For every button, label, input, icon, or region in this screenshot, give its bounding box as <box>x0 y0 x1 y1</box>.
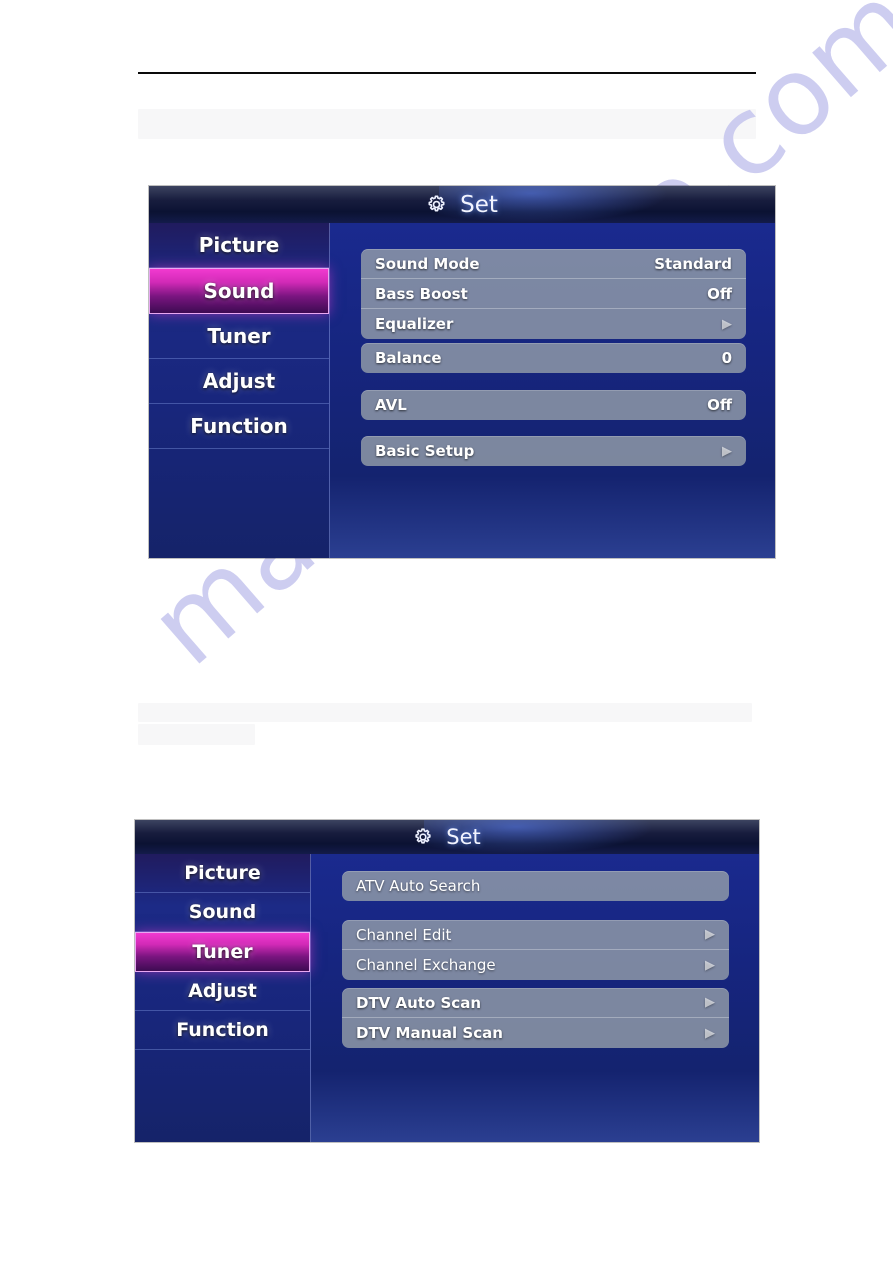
sidebar-item-label: Tuner <box>207 324 271 348</box>
sidebar-item-picture[interactable]: Picture <box>149 223 329 268</box>
menu-group-dtv: DTV Auto Scan ▶ DTV Manual Scan ▶ <box>342 988 729 1048</box>
blank-subheading-bar <box>138 724 255 745</box>
sidebar-item-adjust[interactable]: Adjust <box>149 359 329 404</box>
osd-panel: ATV Auto Search Channel Edit ▶ Channel E… <box>311 854 759 1142</box>
menu-item-label: Sound Mode <box>375 254 480 273</box>
sidebar-item-label: Sound <box>203 279 275 303</box>
menu-item-value: 0 <box>721 349 732 367</box>
sidebar-item-tuner[interactable]: Tuner <box>135 932 310 972</box>
sidebar-item-label: Picture <box>184 862 261 884</box>
menu-row-channel-exchange[interactable]: Channel Exchange ▶ <box>342 950 729 980</box>
sidebar-item-label: Adjust <box>202 369 276 393</box>
osd-screenshot-tuner: Set Picture Sound Tuner Adjust Function … <box>135 820 759 1142</box>
menu-row-atv-auto-search[interactable]: ATV Auto Search <box>342 871 729 901</box>
menu-group-audio: Sound Mode Standard Bass Boost Off Equal… <box>361 249 746 339</box>
osd-panel: Sound Mode Standard Bass Boost Off Equal… <box>330 223 775 558</box>
osd-titlebar: Set <box>149 186 775 223</box>
menu-group-basic-setup: Basic Setup ▶ <box>361 436 746 466</box>
blank-heading-bar-top <box>138 109 756 139</box>
sidebar-item-adjust[interactable]: Adjust <box>135 972 310 1011</box>
chevron-right-icon: ▶ <box>705 995 715 1010</box>
menu-row-channel-edit[interactable]: Channel Edit ▶ <box>342 920 729 950</box>
chevron-right-icon: ▶ <box>705 927 715 942</box>
header-rule <box>138 72 756 74</box>
menu-row-basic-setup[interactable]: Basic Setup ▶ <box>361 436 746 466</box>
osd-sidebar: Picture Sound Tuner Adjust Function <box>135 854 311 1142</box>
osd-titlebar: Set <box>135 820 759 854</box>
osd-title: Set <box>460 191 498 218</box>
menu-item-label: Equalizer <box>375 315 454 333</box>
sidebar-item-picture[interactable]: Picture <box>135 854 310 893</box>
menu-item-label: AVL <box>375 396 407 414</box>
sidebar-item-function[interactable]: Function <box>149 404 329 449</box>
sidebar-item-label: Function <box>190 414 288 438</box>
chevron-right-icon: ▶ <box>722 316 732 332</box>
gear-icon <box>428 195 445 212</box>
menu-row-avl[interactable]: AVL Off <box>361 390 746 420</box>
menu-row-equalizer[interactable]: Equalizer ▶ <box>361 309 746 339</box>
menu-group-channel: Channel Edit ▶ Channel Exchange ▶ <box>342 920 729 980</box>
sidebar-item-function[interactable]: Function <box>135 1011 310 1050</box>
menu-item-label: Basic Setup <box>375 442 475 460</box>
menu-row-dtv-manual-scan[interactable]: DTV Manual Scan ▶ <box>342 1018 729 1048</box>
menu-row-bass-boost[interactable]: Bass Boost Off <box>361 279 746 309</box>
chevron-right-icon: ▶ <box>705 957 715 973</box>
osd-title: Set <box>446 825 481 849</box>
menu-item-label: DTV Manual Scan <box>356 1024 503 1042</box>
sidebar-item-label: Function <box>176 1019 269 1041</box>
sidebar-item-label: Picture <box>198 233 280 257</box>
menu-group-avl: AVL Off <box>361 390 746 420</box>
sidebar-item-label: Sound <box>188 901 257 923</box>
menu-item-value: Off <box>707 284 732 303</box>
osd-sidebar: Picture Sound Tuner Adjust Function <box>149 223 330 558</box>
sidebar-item-sound[interactable]: Sound <box>135 893 310 932</box>
menu-group-balance: Balance 0 <box>361 343 746 373</box>
sidebar-item-tuner[interactable]: Tuner <box>149 314 329 359</box>
osd-screenshot-sound: Set Picture Sound Tuner Adjust Function … <box>149 186 775 558</box>
gear-icon <box>415 828 431 844</box>
menu-row-balance[interactable]: Balance 0 <box>361 343 746 373</box>
menu-row-sound-mode[interactable]: Sound Mode Standard <box>361 249 746 279</box>
menu-item-value: Off <box>707 396 732 414</box>
sidebar-item-sound[interactable]: Sound <box>149 268 329 314</box>
menu-item-label: Channel Edit <box>356 925 452 944</box>
menu-item-label: DTV Auto Scan <box>356 993 481 1012</box>
menu-item-label: ATV Auto Search <box>356 877 481 895</box>
blank-heading-bar-middle <box>138 703 752 722</box>
menu-group-atv: ATV Auto Search <box>342 871 729 901</box>
sidebar-item-label: Tuner <box>192 941 253 963</box>
menu-item-label: Bass Boost <box>375 284 468 303</box>
menu-item-label: Balance <box>375 349 442 367</box>
chevron-right-icon: ▶ <box>705 1025 715 1041</box>
menu-item-label: Channel Exchange <box>356 956 496 974</box>
menu-item-value: Standard <box>654 254 732 273</box>
chevron-right-icon: ▶ <box>722 443 732 459</box>
menu-row-dtv-auto-scan[interactable]: DTV Auto Scan ▶ <box>342 988 729 1018</box>
sidebar-item-label: Adjust <box>188 980 257 1002</box>
